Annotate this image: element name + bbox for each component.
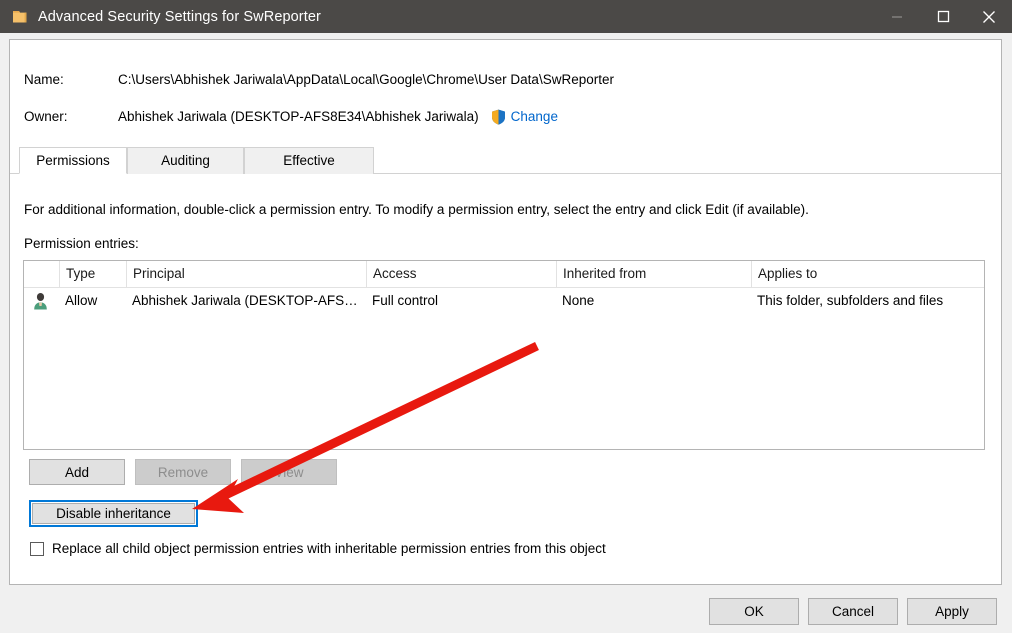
tab-permissions[interactable]: Permissions (19, 147, 127, 174)
name-value: C:\Users\Abhishek Jariwala\AppData\Local… (118, 72, 614, 87)
dialog-panel: Name: C:\Users\Abhishek Jariwala\AppData… (9, 39, 1002, 585)
cell-applies-to: This folder, subfolders and files (757, 293, 944, 308)
remove-button: Remove (135, 459, 231, 485)
dialog-action-bar: OK Cancel Apply (0, 595, 1012, 633)
disable-inheritance-button[interactable]: Disable inheritance (32, 503, 195, 524)
view-button: View (241, 459, 337, 485)
owner-row: Owner: Abhishek Jariwala (DESKTOP-AFS8E3… (10, 108, 558, 125)
info-text: For additional information, double-click… (24, 202, 809, 217)
table-header-row: Type Principal Access Inherited from App… (24, 261, 984, 288)
name-row: Name: C:\Users\Abhishek Jariwala\AppData… (10, 72, 614, 87)
uac-shield-icon (491, 109, 506, 125)
permissions-tab-body: For additional information, double-click… (10, 174, 1001, 584)
column-header-applies-to[interactable]: Applies to (751, 261, 984, 287)
column-header-type[interactable]: Type (59, 261, 126, 287)
window-controls (874, 0, 1012, 33)
table-row[interactable]: Allow Abhishek Jariwala (DESKTOP-AFS… Fu… (24, 288, 984, 314)
replace-child-permissions-label: Replace all child object permission entr… (52, 541, 606, 556)
tab-auditing[interactable]: Auditing (127, 147, 244, 174)
minimize-icon[interactable] (874, 0, 920, 33)
ok-button[interactable]: OK (709, 598, 799, 625)
disable-inheritance-focus-ring: Disable inheritance (29, 500, 198, 527)
cell-inherited-from: None (562, 293, 595, 308)
replace-child-permissions-checkbox[interactable] (30, 541, 44, 556)
cancel-button[interactable]: Cancel (808, 598, 898, 625)
owner-value: Abhishek Jariwala (DESKTOP-AFS8E34\Abhis… (118, 108, 479, 124)
folder-icon (12, 9, 28, 25)
replace-child-permissions-row[interactable]: Replace all child object permission entr… (30, 541, 606, 556)
column-header-principal[interactable]: Principal (126, 261, 366, 287)
name-label: Name: (24, 72, 64, 87)
close-icon[interactable] (966, 0, 1012, 33)
permission-entries-list[interactable]: Type Principal Access Inherited from App… (23, 260, 985, 450)
tab-effective-access[interactable]: Effective Access (244, 147, 374, 194)
window-title: Advanced Security Settings for SwReporte… (38, 8, 321, 25)
column-header-icon[interactable] (24, 261, 59, 287)
column-header-access[interactable]: Access (366, 261, 556, 287)
owner-label: Owner: (24, 108, 68, 124)
column-header-inherited-from[interactable]: Inherited from (556, 261, 751, 287)
permission-entries-label: Permission entries: (24, 236, 139, 251)
cell-type: Allow (65, 293, 98, 308)
tab-strip: Permissions Auditing Effective Access (10, 147, 1001, 194)
maximize-icon[interactable] (920, 0, 966, 33)
cell-principal: Abhishek Jariwala (DESKTOP-AFS… (132, 293, 358, 308)
title-bar: Advanced Security Settings for SwReporte… (0, 0, 1012, 33)
user-icon (32, 292, 49, 310)
apply-button[interactable]: Apply (907, 598, 997, 625)
cell-access: Full control (372, 293, 439, 308)
change-owner-link[interactable]: Change (511, 109, 558, 124)
add-button[interactable]: Add (29, 459, 125, 485)
